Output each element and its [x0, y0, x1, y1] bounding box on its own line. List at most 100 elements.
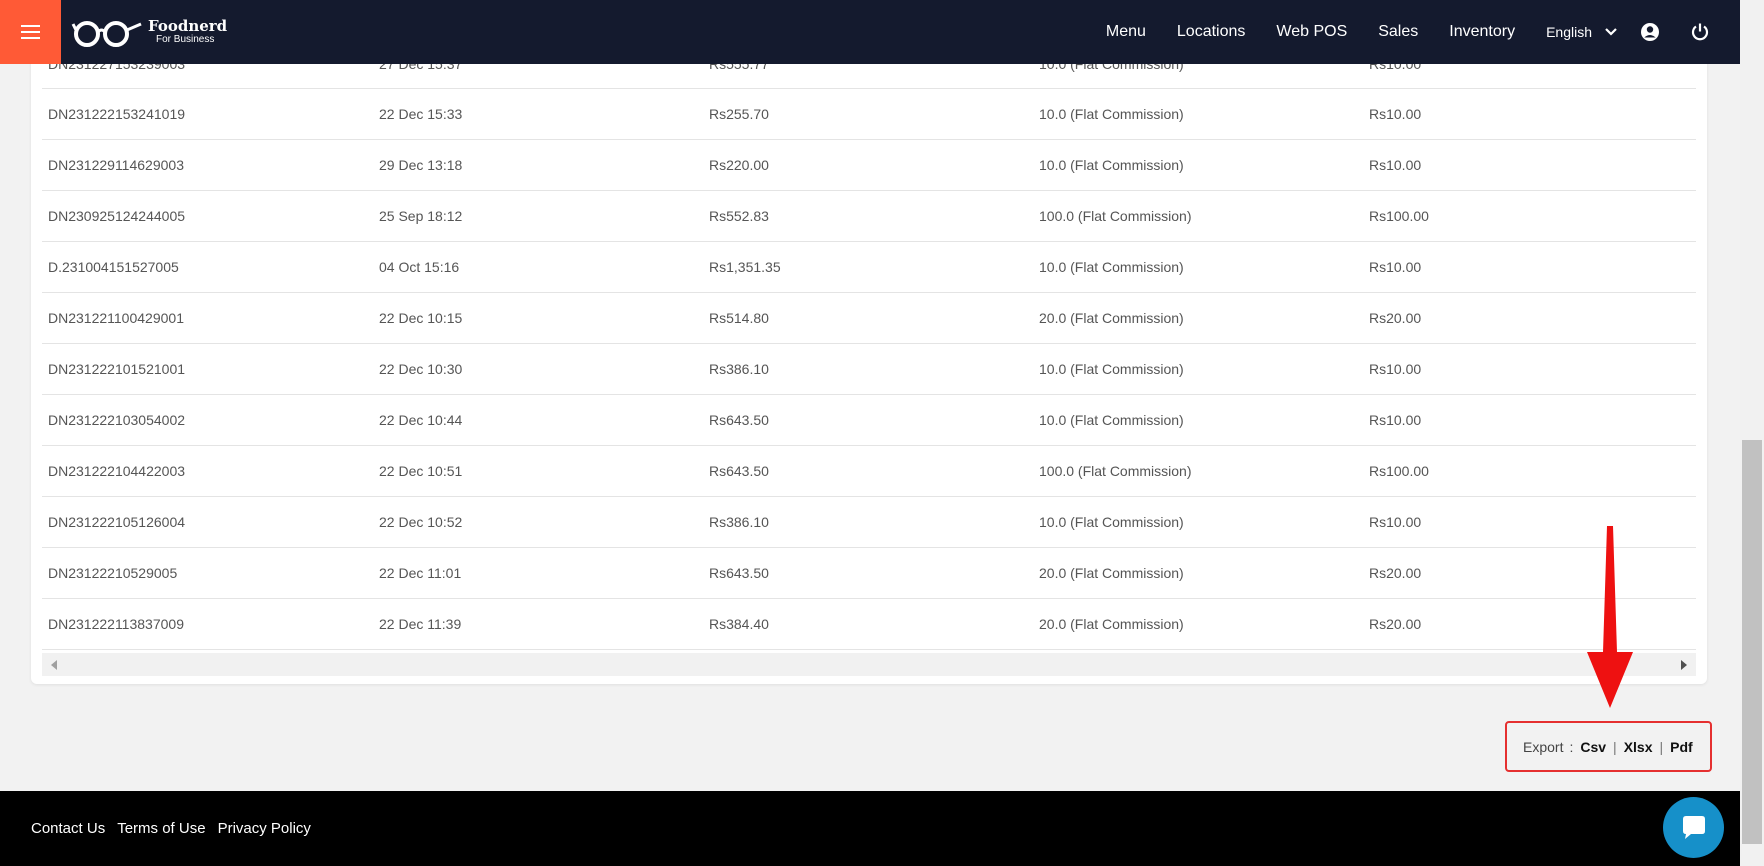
- chevron-down-icon: [1605, 28, 1617, 36]
- nav-locations[interactable]: Locations: [1177, 23, 1246, 41]
- commission-cell: 10.0 (Flat Commission): [1039, 259, 1184, 275]
- date-cell: 29 Dec 13:18: [379, 157, 463, 173]
- date-cell: 22 Dec 10:51: [379, 463, 463, 479]
- scroll-left-icon[interactable]: [51, 660, 57, 670]
- fee-cell: Rs100.00: [1369, 208, 1429, 224]
- commission-cell: 100.0 (Flat Commission): [1039, 208, 1192, 224]
- nav-menu[interactable]: Menu: [1106, 23, 1146, 41]
- amount-cell: Rs514.80: [709, 310, 769, 326]
- table-row: DN231222113837009 22 Dec 11:39 Rs384.40 20.…: [42, 599, 1696, 650]
- nav-inventory[interactable]: Inventory: [1449, 23, 1515, 41]
- glasses-logo-icon: [71, 21, 142, 47]
- chat-icon: [1682, 815, 1705, 839]
- date-cell: 22 Dec 11:39: [379, 616, 462, 632]
- menu-toggle-button[interactable]: [0, 0, 61, 64]
- language-selector[interactable]: English: [1546, 24, 1618, 40]
- amount-cell: Rs220.00: [709, 157, 769, 173]
- nav-sales[interactable]: Sales: [1378, 23, 1418, 41]
- page-scrollbar[interactable]: [1740, 0, 1764, 866]
- amount-cell: Rs643.50: [709, 463, 769, 479]
- main-nav: Menu Locations Web POS Sales Inventory E…: [1106, 0, 1740, 64]
- table-body: DN231222153241019 22 Dec 15:33 Rs255.70 10.…: [42, 89, 1696, 650]
- order-id-cell: DN231222113837009: [48, 616, 184, 632]
- commission-cell: 10.0 (Flat Commission): [1039, 514, 1184, 530]
- commission-cell: 10.0 (Flat Commission): [1039, 157, 1184, 173]
- amount-cell: Rs643.50: [709, 412, 769, 428]
- commission-cell: 10.0 (Flat Commission): [1039, 412, 1184, 428]
- table-row: DN231222105126004 22 Dec 10:52 Rs386.10 10.…: [42, 497, 1696, 548]
- date-cell: 04 Oct 15:16: [379, 259, 460, 275]
- fee-cell: Rs10.00: [1369, 157, 1422, 173]
- amount-cell: Rs255.70: [709, 106, 769, 122]
- chat-button[interactable]: [1663, 797, 1724, 858]
- order-id-cell: DN231222101521001: [48, 361, 186, 377]
- orders-card: DN231227153239003 27 Dec 15:37 Rs555.77 …: [31, 50, 1707, 684]
- table-row: DN230925124244005 25 Sep 18:12 Rs552.83 100…: [42, 191, 1696, 242]
- export-csv-link[interactable]: Csv: [1580, 739, 1606, 755]
- export-label: Export: [1523, 738, 1564, 755]
- commission-cell: 20.0 (Flat Commission): [1039, 565, 1184, 581]
- date-cell: 22 Dec 10:52: [379, 514, 463, 530]
- nav-web-pos[interactable]: Web POS: [1276, 23, 1347, 41]
- amount-cell: Rs643.50: [709, 565, 769, 581]
- order-id-cell: DN231221100429001: [48, 310, 184, 326]
- amount-cell: Rs386.10: [709, 361, 769, 377]
- order-id-cell: DN231222153241019: [48, 106, 186, 122]
- table-row: DN231222104422003 22 Dec 10:51 Rs643.50 100…: [42, 446, 1696, 497]
- fee-cell: Rs10.00: [1369, 412, 1422, 428]
- fee-cell: Rs100.00: [1369, 463, 1429, 479]
- order-id-cell: D.231004151527005: [48, 259, 179, 275]
- scroll-right-icon[interactable]: [1681, 660, 1687, 670]
- arrow-down-annotation: [1587, 526, 1633, 708]
- order-id-cell: DN231222105126004: [48, 514, 186, 530]
- export-separator: |: [1613, 738, 1617, 755]
- export-pdf-link[interactable]: Pdf: [1670, 739, 1693, 755]
- commission-cell: 100.0 (Flat Commission): [1039, 463, 1192, 479]
- table-row: DN231221100429001 22 Dec 10:15 Rs514.80 20.…: [42, 293, 1696, 344]
- export-xlsx-link[interactable]: Xlsx: [1624, 739, 1653, 755]
- footer: Contact Us Terms of Use Privacy Policy: [0, 791, 1740, 866]
- footer-terms[interactable]: Terms of Use: [117, 820, 205, 837]
- date-cell: 25 Sep 18:12: [379, 208, 463, 224]
- footer-contact-us[interactable]: Contact Us: [31, 820, 105, 837]
- brand-name: Foodnerd: [148, 17, 228, 35]
- order-id-cell: DN230925124244005: [48, 208, 186, 224]
- order-id-cell: DN23122210529005: [48, 565, 178, 581]
- horizontal-scrollbar[interactable]: [42, 653, 1696, 676]
- order-id-cell: DN231222104422003: [48, 463, 186, 479]
- orders-table: DN231227153239003 27 Dec 15:37 Rs555.77 …: [42, 56, 1696, 650]
- fee-cell: Rs10.00: [1369, 106, 1422, 122]
- table-row: DN231222153241019 22 Dec 15:33 Rs255.70 10.…: [42, 89, 1696, 140]
- commission-cell: 20.0 (Flat Commission): [1039, 616, 1184, 632]
- logout-button[interactable]: [1690, 22, 1710, 42]
- table-row: DN23122210529005 22 Dec 11:01 Rs643.50 20.0…: [42, 548, 1696, 599]
- user-profile-button[interactable]: [1640, 22, 1660, 42]
- export-separator: |: [1659, 738, 1664, 755]
- table-row: DN231222101521001 22 Dec 10:30 Rs386.10 10.…: [42, 344, 1696, 395]
- order-id-cell: DN231229114629003: [48, 157, 184, 173]
- table-row: DN231229114629003 29 Dec 13:18 Rs220.00 10.…: [42, 140, 1696, 191]
- fee-cell: Rs10.00: [1369, 361, 1422, 377]
- date-cell: 22 Dec 15:33: [379, 106, 463, 122]
- order-id-cell: DN231222103054002: [48, 412, 186, 428]
- user-circle-icon: [1641, 23, 1659, 41]
- export-panel: Export : Csv | Xlsx | Pdf: [1505, 721, 1712, 772]
- top-navbar: Foodnerd For Business Menu Locations Web…: [0, 0, 1740, 64]
- amount-cell: Rs386.10: [709, 514, 769, 530]
- fee-cell: Rs10.00: [1369, 259, 1422, 275]
- date-cell: 22 Dec 10:44: [379, 412, 463, 428]
- commission-cell: 10.0 (Flat Commission): [1039, 106, 1184, 122]
- export-colon: :: [1569, 738, 1574, 755]
- amount-cell: Rs384.40: [709, 616, 769, 632]
- amount-cell: Rs552.83: [709, 208, 769, 224]
- scrollbar-thumb[interactable]: [1742, 440, 1762, 844]
- brand-logo[interactable]: Foodnerd For Business: [71, 15, 227, 49]
- date-cell: 22 Dec 10:15: [379, 310, 463, 326]
- footer-privacy[interactable]: Privacy Policy: [218, 820, 311, 837]
- date-cell: 22 Dec 10:30: [379, 361, 463, 377]
- brand-subtitle: For Business: [156, 34, 215, 45]
- power-icon: [1691, 23, 1709, 41]
- amount-cell: Rs1,351.35: [709, 259, 781, 275]
- commission-cell: 10.0 (Flat Commission): [1039, 361, 1184, 377]
- table-row: DN231222103054002 22 Dec 10:44 Rs643.50 10.…: [42, 395, 1696, 446]
